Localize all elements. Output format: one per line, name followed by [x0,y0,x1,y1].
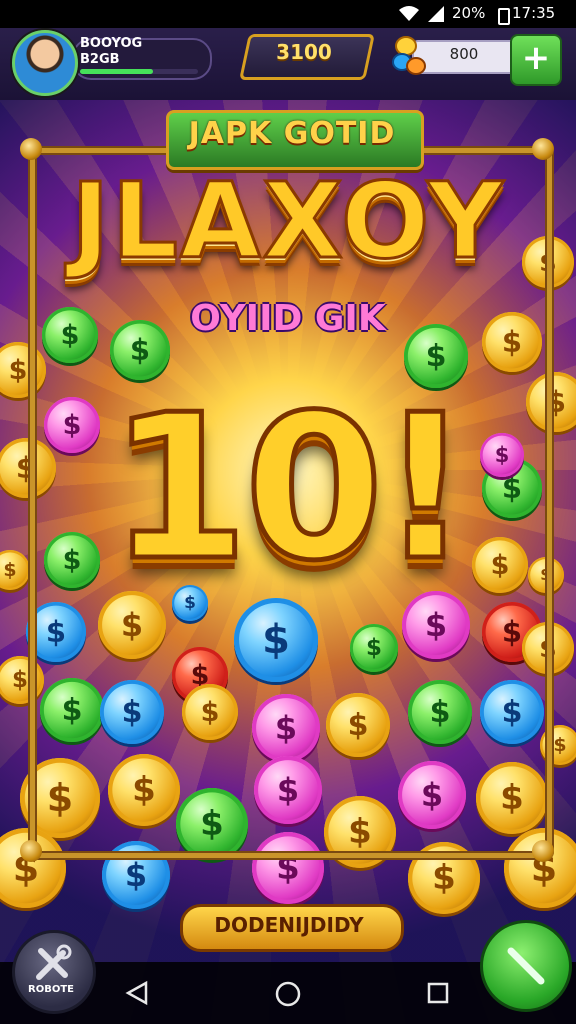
tools-icon [36,944,72,980]
frame-corner [20,138,42,160]
signal-icon [428,6,444,22]
battery-text: 20% [452,4,486,22]
clock-text: 17:35 [512,4,556,22]
player-level: B2GB [80,52,120,67]
frame-corner [20,840,42,862]
title-plate-label: JAPK GOTID [188,116,396,151]
bottom-plate-label: DODENIJDIDY [214,913,364,937]
home-icon[interactable] [274,980,302,1008]
frame-corner [532,840,554,862]
jackpot-number: 10! [107,370,474,608]
wifi-icon [399,6,419,21]
settings-button[interactable] [12,930,96,1014]
score-badge-value: 3100 [276,40,332,64]
player-name: BOOYOG [80,36,143,51]
game-subtitle: OYIID GIK [190,298,386,339]
frame-corner [532,138,554,160]
confirm-button[interactable] [480,920,572,1012]
recents-icon[interactable] [426,981,450,1005]
add-coins-button[interactable]: + [510,34,562,86]
battery-icon [498,8,510,25]
checkmark-icon [507,947,545,985]
back-icon[interactable] [124,980,150,1006]
avatar-portrait[interactable] [12,30,78,96]
status-bar: 20% 17:35 [0,0,576,28]
coin: $ [0,550,30,590]
coin-stack-icon [392,36,426,75]
xp-bar-fill [80,69,153,74]
settings-label: ROBOTE [28,984,74,995]
game-title: JLAXOY [70,159,505,284]
